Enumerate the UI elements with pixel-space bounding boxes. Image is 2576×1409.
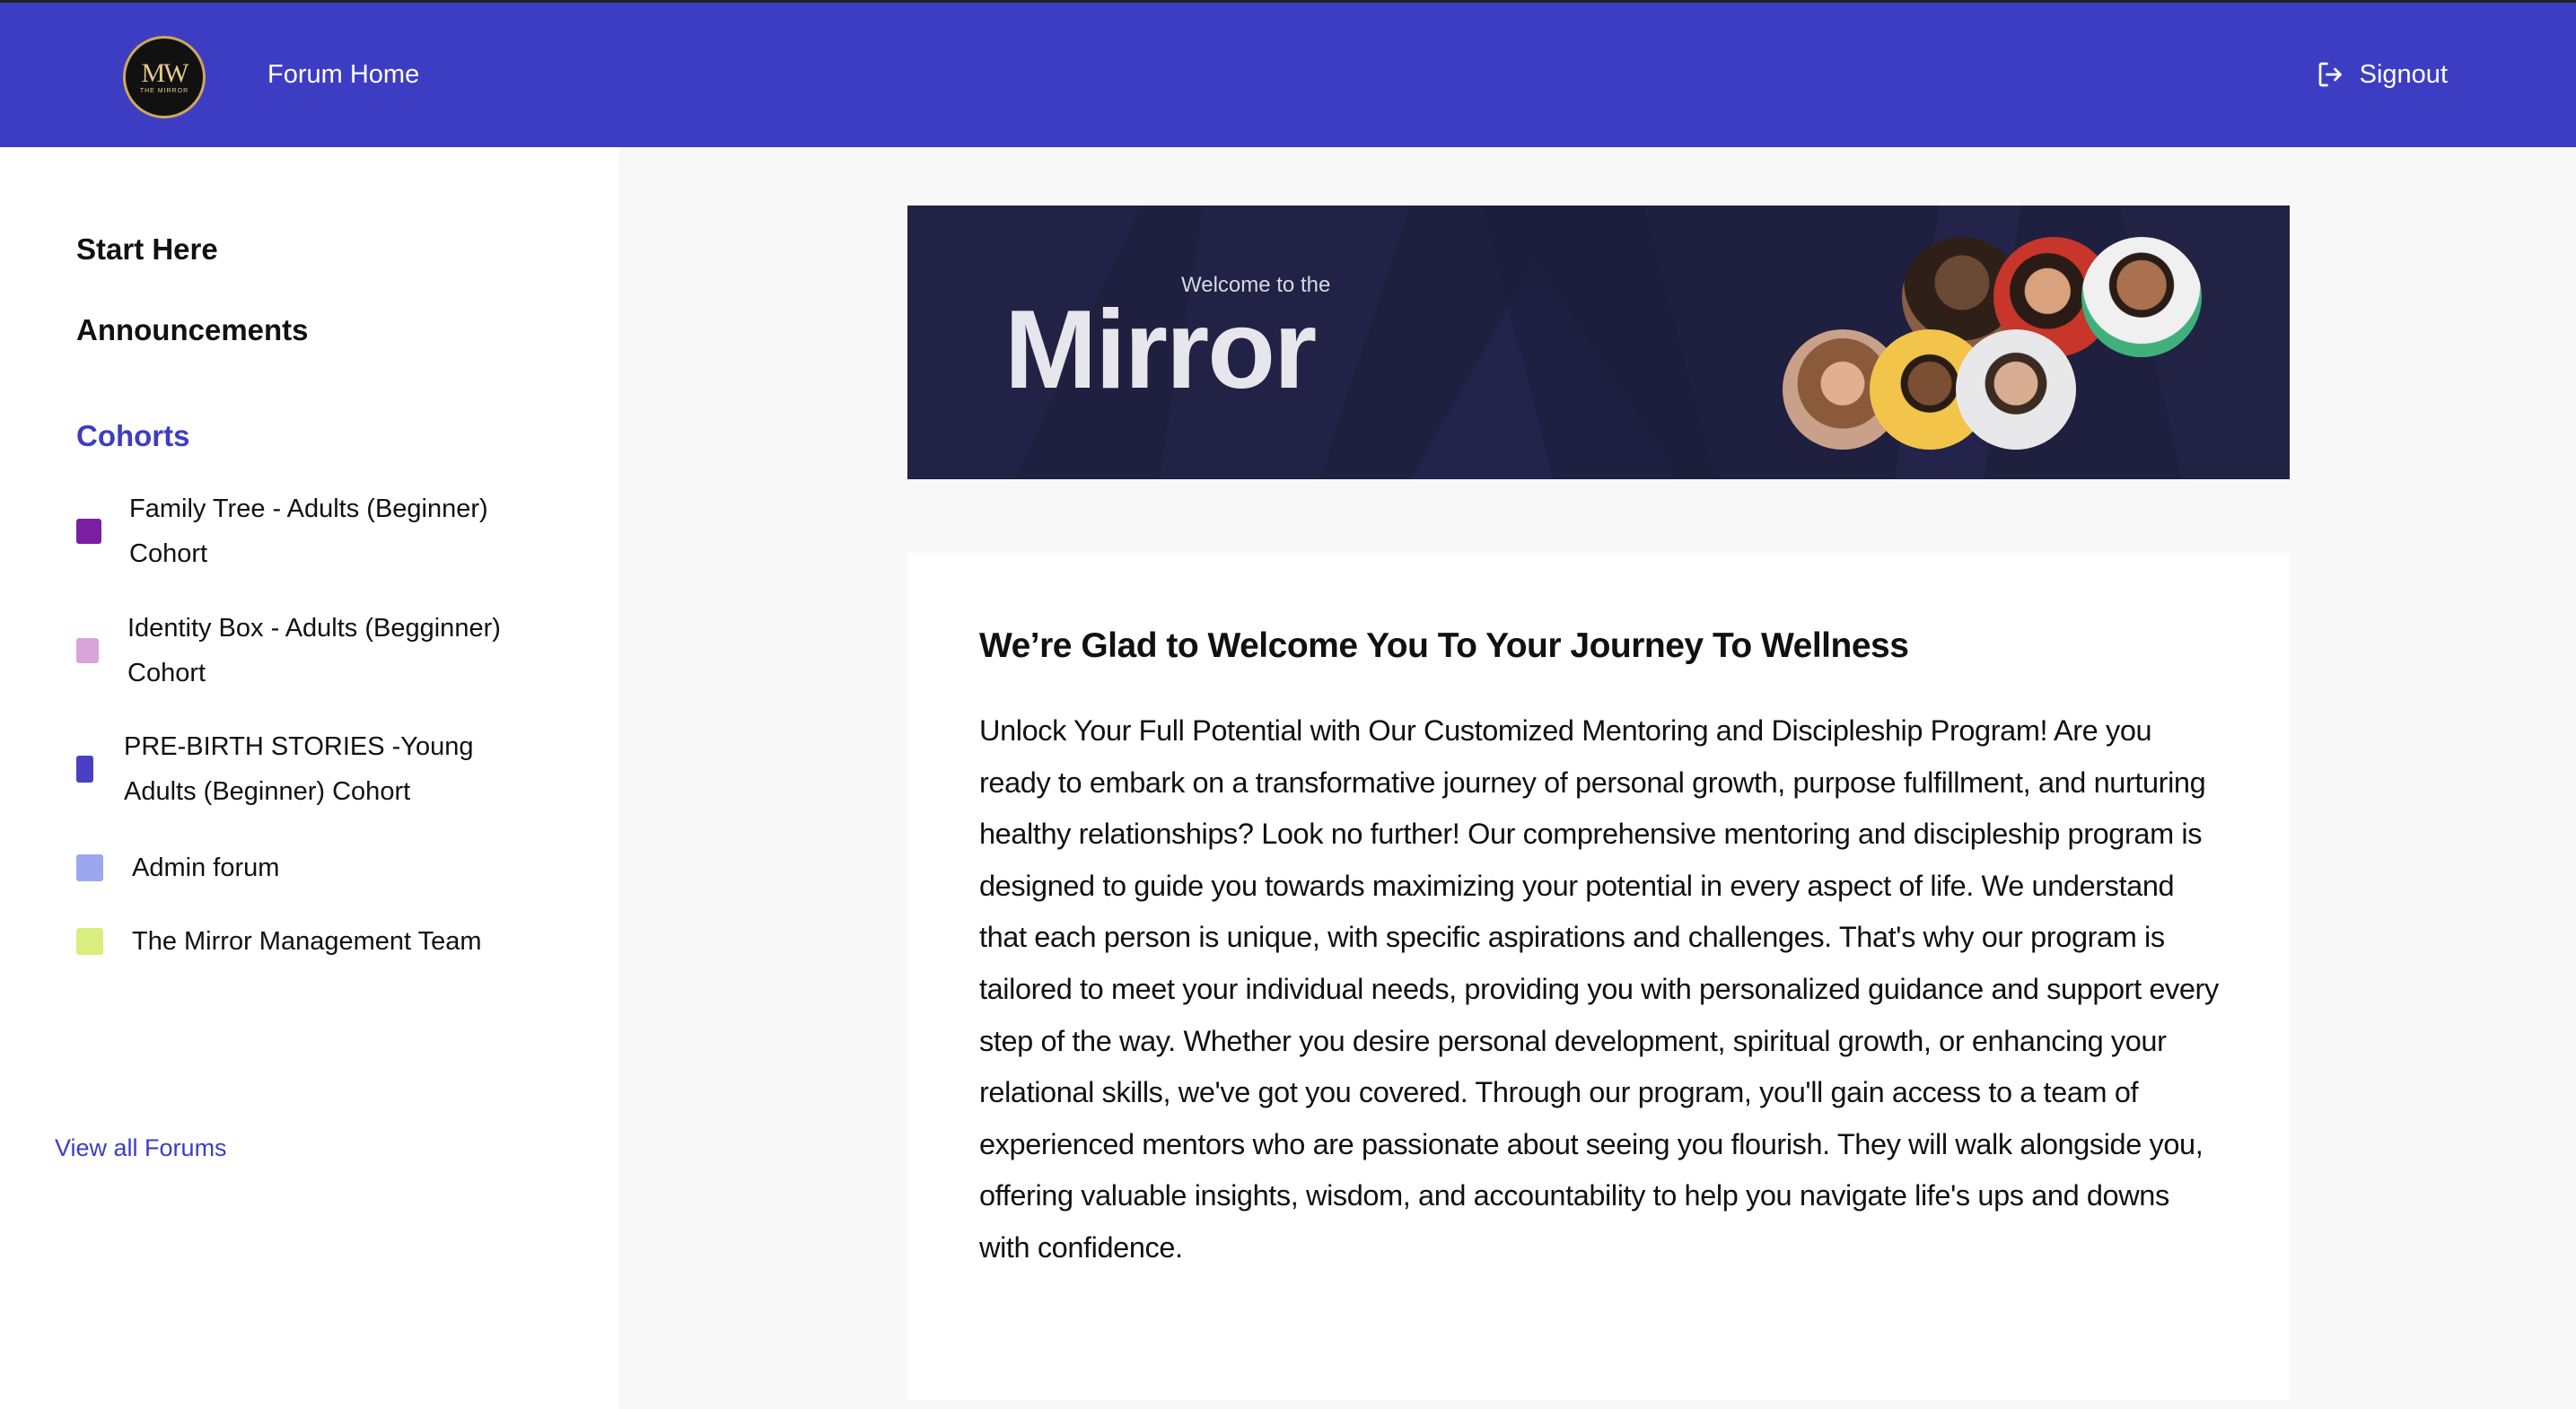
cohort-label: Family Tree - Adults (Beginner) Cohort xyxy=(129,494,488,568)
sidebar-item-start-here[interactable]: Start Here xyxy=(76,232,218,267)
cohort-color-swatch xyxy=(76,638,99,663)
view-all-forums-link[interactable]: View all Forums xyxy=(55,1134,227,1162)
cohort-color-swatch xyxy=(76,928,103,955)
signout-label: Signout xyxy=(2359,59,2448,89)
sidebar-item-family-tree[interactable]: Family Tree - Adults (Beginner) Cohort xyxy=(76,486,543,576)
signout-button[interactable]: Signout xyxy=(2315,58,2448,91)
sidebar-item-identity-box[interactable]: Identity Box - Adults (Begginner) Cohort xyxy=(76,606,543,696)
signout-icon xyxy=(2318,62,2342,87)
cohort-color-swatch xyxy=(76,519,101,544)
cohort-label: Admin forum xyxy=(132,853,280,882)
logo-monogram: MW xyxy=(141,57,189,88)
sidebar-item-mirror-management[interactable]: The Mirror Management Team xyxy=(76,919,543,964)
cohort-color-swatch xyxy=(76,756,93,783)
welcome-card: We’re Glad to Welcome You To Your Journe… xyxy=(907,553,2290,1400)
cohort-color-swatch xyxy=(76,854,103,881)
logo-subtitle: THE MIRROR xyxy=(139,87,189,94)
sidebar: Start Here Announcements Cohorts Family … xyxy=(0,147,619,1409)
cohorts-section-title: Cohorts xyxy=(76,419,190,452)
cohort-label: PRE-BIRTH STORIES -Young Adults (Beginne… xyxy=(124,732,474,806)
welcome-banner: Welcome to the Mirror xyxy=(907,206,2290,479)
page-title: We’re Glad to Welcome You To Your Journe… xyxy=(979,626,1909,665)
sidebar-item-announcements[interactable]: Announcements xyxy=(76,313,309,347)
banner-brand-text: Mirror xyxy=(1004,288,1317,412)
man-green-shirt-avatar xyxy=(2081,237,2202,357)
top-navigation-bar: MW THE MIRROR Forum Home Signout xyxy=(0,0,2576,147)
welcome-body-text: Unlock Your Full Potential with Our Cust… xyxy=(979,714,2219,1264)
sidebar-item-admin-forum[interactable]: Admin forum xyxy=(76,845,543,890)
cohort-label: The Mirror Management Team xyxy=(132,927,482,956)
mirror-logo[interactable]: MW THE MIRROR xyxy=(123,36,206,118)
forum-home-link[interactable]: Forum Home xyxy=(267,60,419,90)
cohort-label: Identity Box - Adults (Begginner) Cohort xyxy=(127,614,501,687)
sidebar-item-pre-birth-stories[interactable]: PRE-BIRTH STORIES -Young Adults (Beginne… xyxy=(76,724,543,814)
man-beard-avatar xyxy=(1956,329,2076,450)
